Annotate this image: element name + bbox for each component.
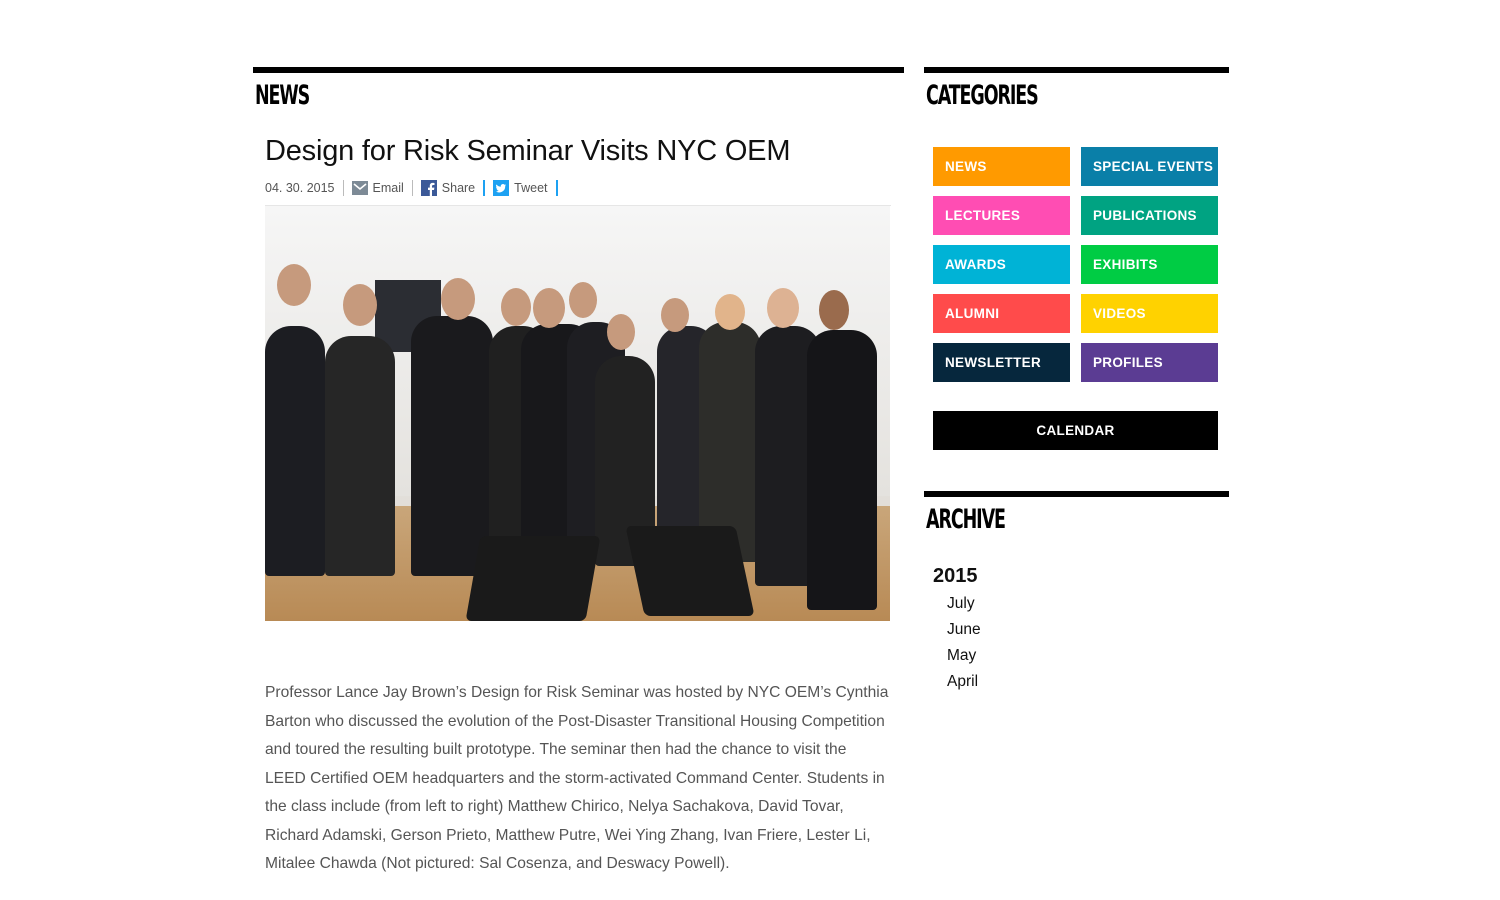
archive-month-link[interactable]: July	[947, 593, 981, 619]
archive-month-list: July June May April	[947, 593, 981, 697]
category-grid: NEWS SPECIAL EVENTS LECTURES PUBLICATION…	[933, 147, 1218, 382]
article: Design for Risk Seminar Visits NYC OEM 0…	[265, 131, 891, 879]
category-publications[interactable]: PUBLICATIONS	[1081, 196, 1218, 235]
archive-title: ARCHIVE	[926, 504, 1006, 535]
photo-figure	[441, 278, 475, 320]
category-news[interactable]: NEWS	[933, 147, 1070, 186]
photo-figure	[607, 314, 635, 350]
news-section-title: NEWS	[255, 80, 310, 111]
photo-chair	[465, 536, 601, 621]
section-divider	[924, 67, 1229, 73]
category-newsletter[interactable]: NEWSLETTER	[933, 343, 1070, 382]
archive-year[interactable]: 2015	[933, 565, 978, 588]
categories-title: CATEGORIES	[926, 80, 1039, 111]
share-label: Share	[441, 181, 476, 195]
photo-chair	[625, 526, 755, 616]
photo-figure	[325, 336, 395, 576]
article-meta: 04. 30. 2015 Email Share Tweet	[265, 177, 891, 199]
category-special-events[interactable]: SPECIAL EVENTS	[1081, 147, 1218, 186]
meta-divider	[342, 180, 344, 196]
envelope-icon	[351, 180, 368, 196]
photo-figure	[569, 282, 597, 318]
photo-figure	[807, 330, 877, 610]
email-label: Email	[372, 181, 404, 195]
section-divider	[253, 67, 904, 73]
archive-section: ARCHIVE 2015 July June May April	[924, 491, 1229, 690]
section-divider	[924, 491, 1229, 497]
photo-figure	[819, 290, 849, 330]
archive-month-link[interactable]: April	[947, 671, 981, 697]
category-videos[interactable]: VIDEOS	[1081, 294, 1218, 333]
news-section: NEWS Design for Risk Seminar Visits NYC …	[253, 67, 904, 872]
tweet-label: Tweet	[514, 181, 548, 195]
sidebar: CATEGORIES NEWS SPECIAL EVENTS LECTURES …	[924, 67, 1229, 690]
category-lectures[interactable]: LECTURES	[933, 196, 1070, 235]
tweet-button[interactable]: Tweet	[493, 180, 548, 196]
meta-divider	[555, 180, 558, 196]
archive-month-link[interactable]: June	[947, 619, 981, 645]
category-profiles[interactable]: PROFILES	[1081, 343, 1218, 382]
photo-figure	[715, 294, 745, 330]
photo-figure	[533, 288, 565, 328]
archive-month-link[interactable]: May	[947, 645, 981, 671]
photo-figure	[277, 264, 311, 306]
category-awards[interactable]: AWARDS	[933, 245, 1070, 284]
photo-figure	[343, 284, 377, 326]
facebook-icon	[420, 180, 437, 196]
article-body: Professor Lance Jay Brown’s Design for R…	[265, 684, 889, 872]
article-date: 04. 30. 2015	[265, 181, 335, 195]
facebook-share-button[interactable]: Share	[420, 180, 476, 196]
calendar-button[interactable]: CALENDAR	[933, 411, 1218, 450]
photo-figure	[767, 288, 799, 328]
category-alumni[interactable]: ALUMNI	[933, 294, 1070, 333]
photo-figure	[265, 326, 325, 576]
meta-divider	[411, 180, 413, 196]
photo-figure	[661, 298, 689, 332]
meta-divider	[483, 180, 486, 196]
article-title: Design for Risk Seminar Visits NYC OEM	[265, 135, 791, 167]
twitter-icon	[493, 180, 510, 196]
article-photo	[265, 206, 890, 621]
category-exhibits[interactable]: EXHIBITS	[1081, 245, 1218, 284]
email-button[interactable]: Email	[351, 180, 404, 196]
photo-figure	[501, 288, 531, 326]
